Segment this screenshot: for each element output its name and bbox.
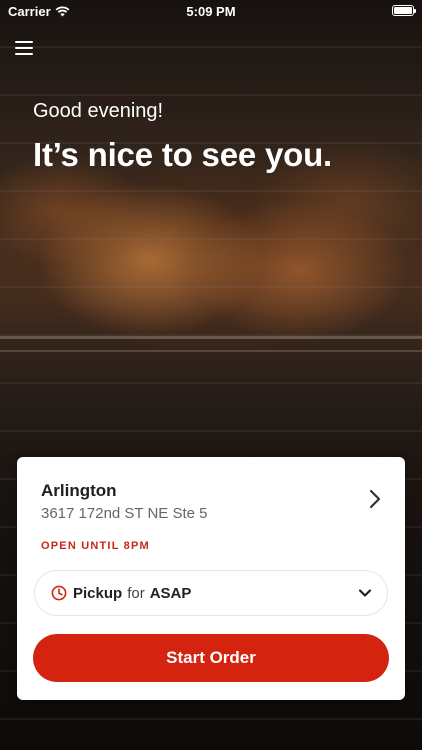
pickup-time-selector[interactable]: Pickup for ASAP xyxy=(34,570,388,616)
greeting-text: Good evening! xyxy=(33,100,164,122)
order-mode-label: Pickup xyxy=(73,584,123,602)
hamburger-icon xyxy=(15,41,33,43)
start-order-button[interactable]: Start Order xyxy=(33,634,389,682)
menu-button[interactable] xyxy=(15,38,35,56)
for-label: for xyxy=(127,584,145,602)
status-bar: Carrier 5:09 PM xyxy=(0,0,422,22)
location-card: Arlington 3617 172nd ST NE Ste 5 OPEN UN… xyxy=(17,457,405,700)
headline-text: It’s nice to see you. xyxy=(33,136,333,173)
clock-icon xyxy=(51,585,67,601)
location-name: Arlington xyxy=(41,481,117,500)
chevron-right-icon xyxy=(369,489,381,509)
battery-icon xyxy=(392,5,416,16)
hours-status: OPEN UNTIL 8PM xyxy=(41,540,150,552)
location-address: 3617 172nd ST NE Ste 5 xyxy=(41,505,208,522)
order-time-label: ASAP xyxy=(149,584,192,602)
chevron-down-icon xyxy=(358,589,372,597)
status-time: 5:09 PM xyxy=(186,4,236,19)
location-selector[interactable]: Arlington 3617 172nd ST NE Ste 5 xyxy=(17,457,405,537)
